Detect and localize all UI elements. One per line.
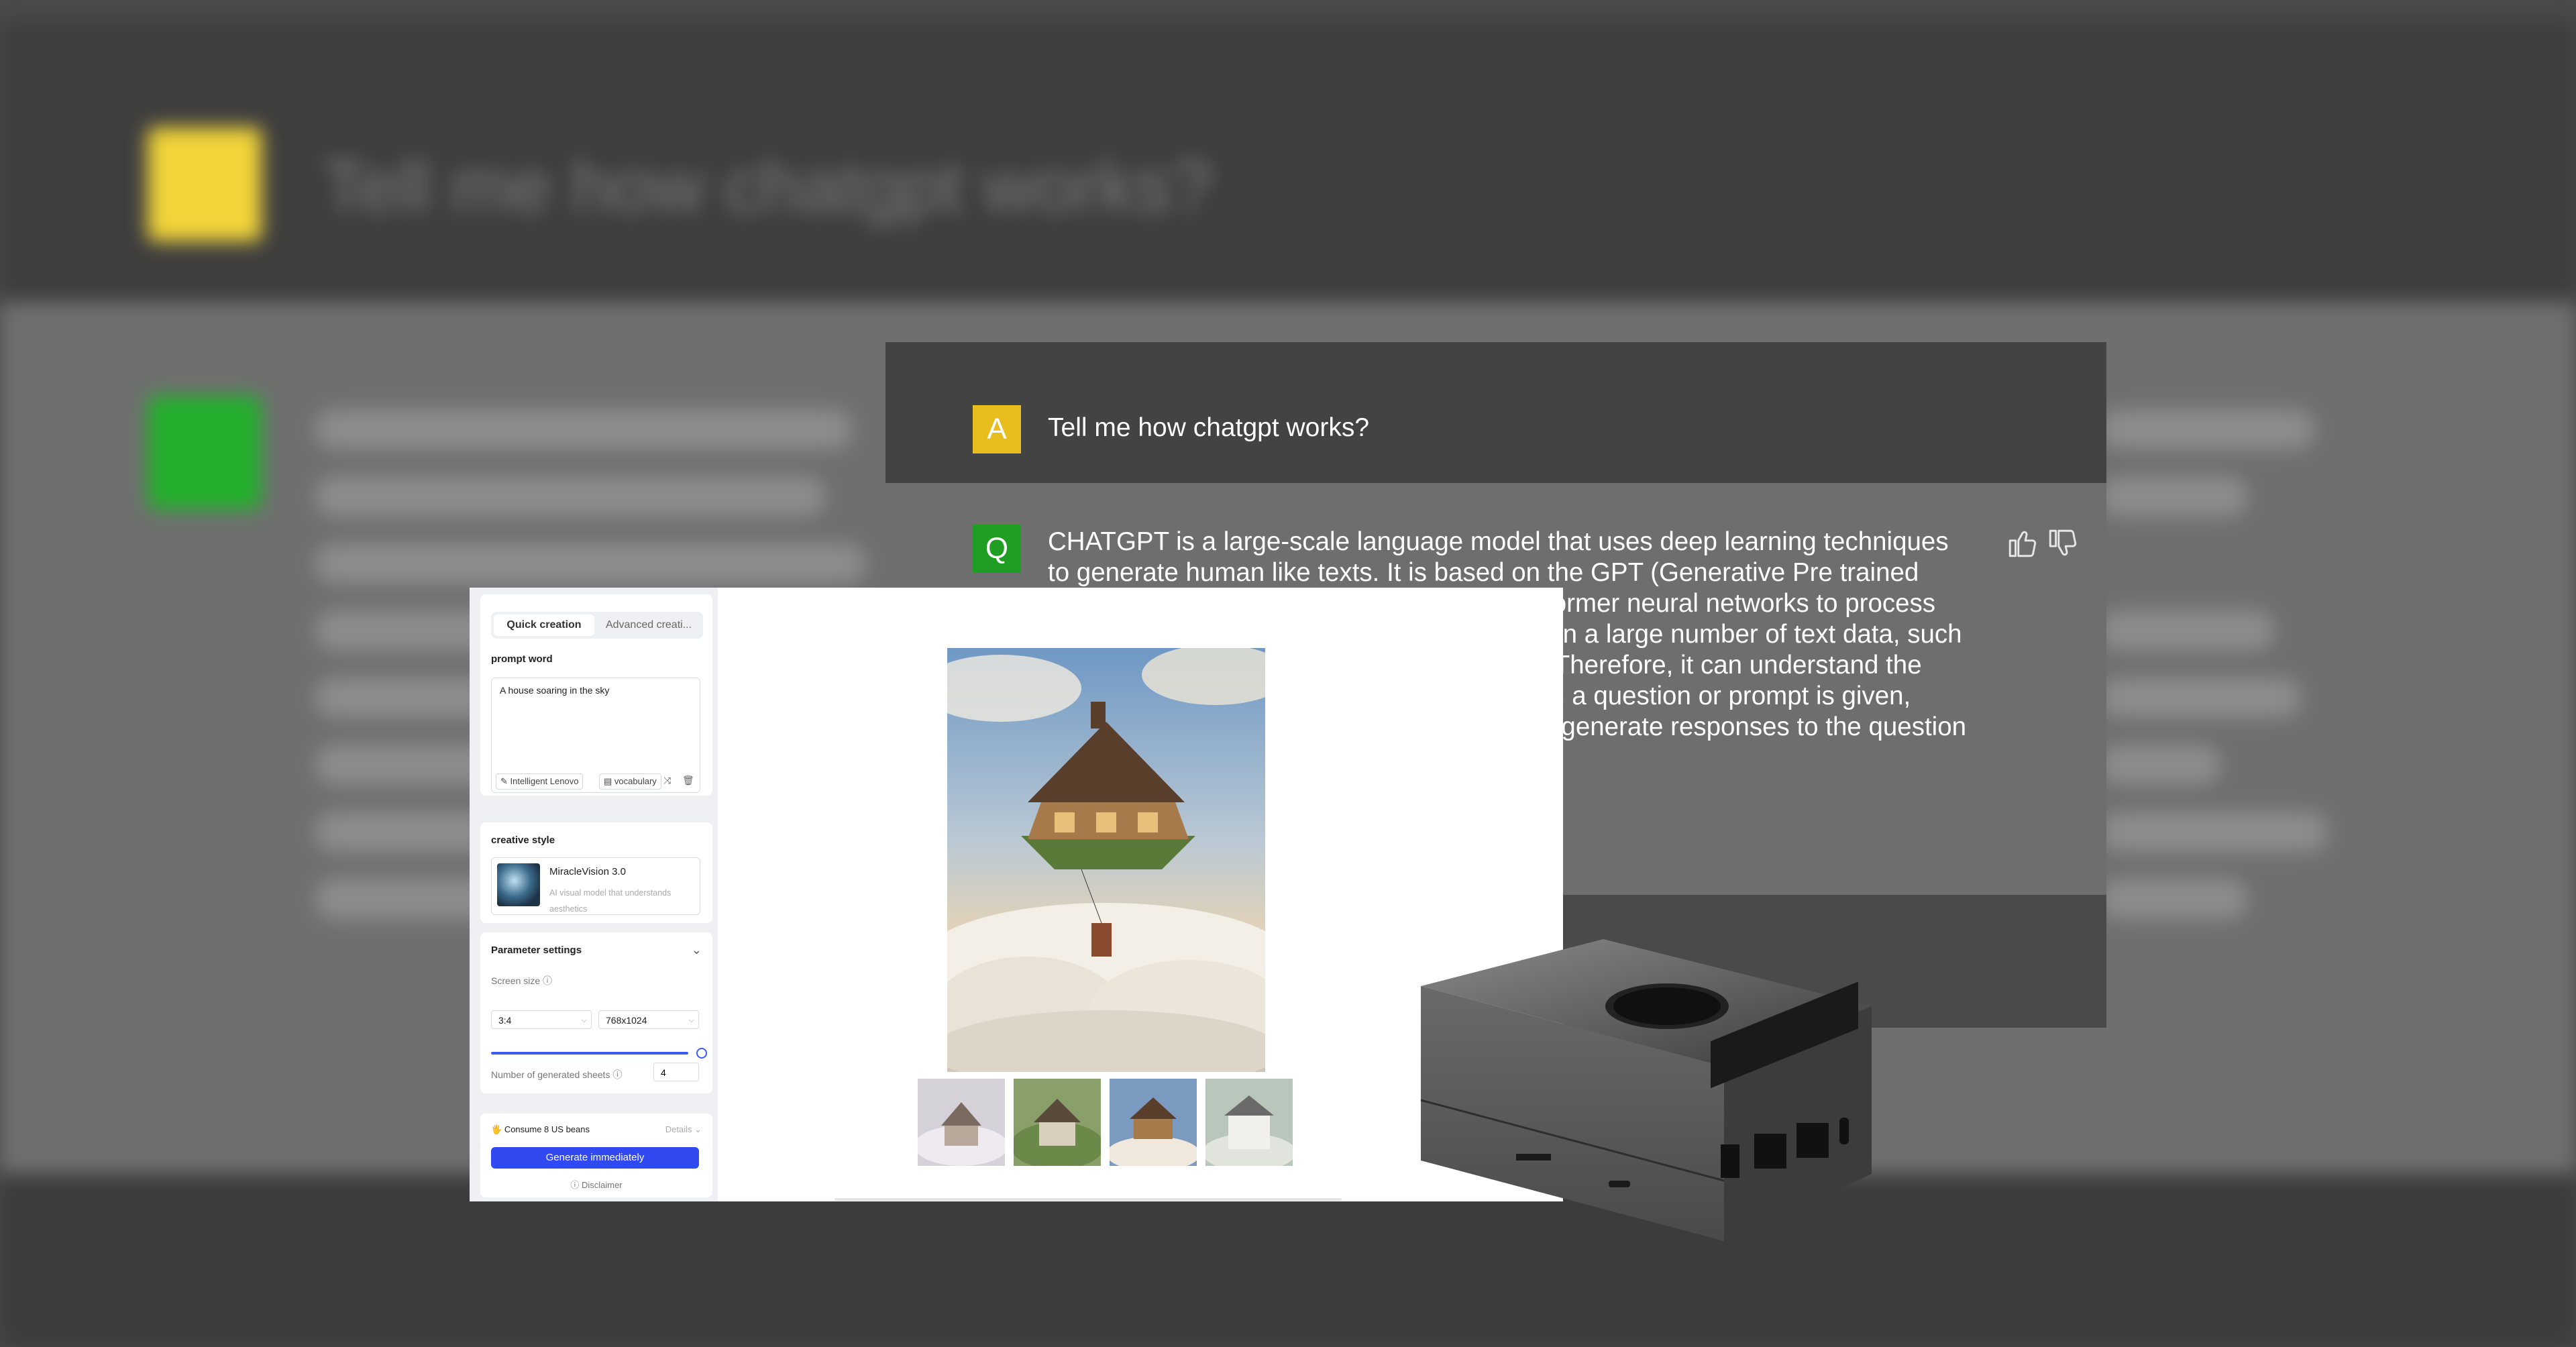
- generator-sidebar: Quick creation Advanced creati... prompt…: [470, 588, 718, 1201]
- intelligent-lenovo-chip[interactable]: ✎ Intelligent Lenovo: [496, 773, 584, 790]
- generated-image-house-in-sky[interactable]: [947, 648, 1265, 1072]
- screen-size-label: Screen size ⓘ: [491, 975, 553, 986]
- prompt-input[interactable]: A house soaring in the sky ✎ Intelligent…: [491, 678, 700, 793]
- resolution-value: 768x1024: [606, 1015, 647, 1026]
- style-selector[interactable]: MiracleVision 3.0 AI visual model that u…: [491, 857, 700, 915]
- sheets-slider-knob[interactable]: [696, 1048, 707, 1059]
- bg-text-line: [2100, 745, 2220, 785]
- trash-icon[interactable]: 🗑: [682, 775, 694, 786]
- thumbs-up-icon[interactable]: [2006, 527, 2039, 560]
- parameters-panel: Parameter settings ⌄ Screen size ⓘ 3:4 ⌵ …: [480, 932, 712, 1093]
- chip-label: vocabulary: [614, 776, 657, 786]
- bg-title: Tell me how chatgpt works?: [322, 146, 1212, 227]
- style-name: MiracleVision 3.0: [549, 866, 626, 877]
- question-text: Tell me how chatgpt works?: [1048, 413, 1370, 442]
- bg-text-line: [315, 409, 852, 449]
- bg-text-line: [2100, 879, 2247, 919]
- ratio-select[interactable]: 3:4 ⌵: [491, 1010, 592, 1029]
- consume-beans: 🖐 Consume 8 US beans: [491, 1124, 590, 1134]
- bg-text-line: [2100, 678, 2301, 718]
- user-avatar: A: [973, 405, 1021, 453]
- chevron-down-icon: ⌵: [581, 1016, 587, 1024]
- bg-text-line: [2100, 476, 2247, 517]
- bot-avatar: Q: [973, 525, 1021, 573]
- image-generator-window: Quick creation Advanced creati... prompt…: [470, 588, 1563, 1201]
- sheets-slider-track[interactable]: [491, 1052, 688, 1055]
- question-row: [885, 342, 2106, 483]
- bg-text-line: [315, 543, 865, 584]
- resolution-select[interactable]: 768x1024 ⌵: [598, 1010, 699, 1029]
- bg-text-line: [2100, 610, 2274, 651]
- prompt-text: A house soaring in the sky: [500, 685, 610, 696]
- horizontal-scrollbar[interactable]: [835, 1198, 1342, 1201]
- style-description: AI visual model that understands aesthet…: [549, 888, 672, 914]
- bg-text-line: [2100, 409, 2314, 449]
- style-thumbnail: [497, 863, 540, 906]
- tab-advanced-creation[interactable]: Advanced creati...: [597, 614, 700, 636]
- parameters-label: Parameter settings: [491, 945, 582, 956]
- chip-label: Intelligent Lenovo: [510, 776, 579, 786]
- mini-pc-device-photo: [1420, 939, 1872, 1241]
- creation-tabs: Quick creation Advanced creati...: [491, 612, 703, 639]
- bg-avatar-a: [148, 127, 262, 241]
- prompt-label: prompt word: [491, 653, 553, 665]
- thumbs-down-icon[interactable]: [2046, 527, 2080, 560]
- chevron-down-icon: ⌵: [688, 1016, 694, 1024]
- sheets-label: Number of generated sheets ⓘ: [491, 1069, 623, 1080]
- bg-text-line: [2100, 812, 2328, 852]
- shuffle-icon[interactable]: ⤨: [663, 775, 671, 786]
- style-label: creative style: [491, 834, 555, 846]
- thumbnail-2[interactable]: [1014, 1079, 1101, 1166]
- style-panel: creative style MiracleVision 3.0 AI visu…: [480, 822, 712, 923]
- sheets-value: 4: [661, 1067, 666, 1078]
- generate-panel: 🖐 Consume 8 US beans Details ⌄ Generate …: [480, 1114, 712, 1197]
- disclaimer-link[interactable]: ⓘ Disclaimer: [480, 1178, 712, 1191]
- prompt-panel: Quick creation Advanced creati... prompt…: [480, 594, 712, 796]
- details-link[interactable]: Details ⌄: [665, 1124, 702, 1135]
- ratio-value: 3:4: [498, 1015, 512, 1026]
- chevron-down-icon[interactable]: ⌄: [692, 943, 702, 957]
- generate-button[interactable]: Generate immediately: [491, 1147, 699, 1169]
- thumbnail-3-selected[interactable]: [1110, 1079, 1197, 1166]
- thumbnail-4[interactable]: [1205, 1079, 1293, 1166]
- vocabulary-chip[interactable]: ▤ vocabulary: [599, 773, 661, 790]
- tab-quick-creation[interactable]: Quick creation: [494, 614, 594, 636]
- thumbnail-1[interactable]: [918, 1079, 1005, 1166]
- bg-text-line: [315, 476, 825, 517]
- bg-avatar-q: [148, 396, 262, 510]
- sheets-stepper[interactable]: 4: [653, 1063, 699, 1081]
